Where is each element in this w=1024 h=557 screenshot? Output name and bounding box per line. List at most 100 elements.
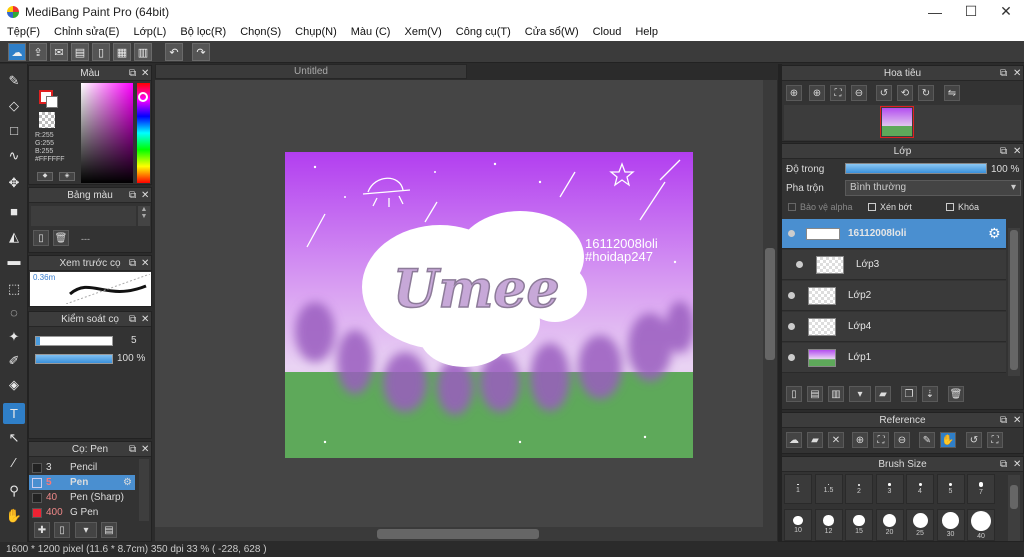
brush-item[interactable]: 40 Pen (Sharp) <box>29 490 135 505</box>
hand-tool-icon[interactable]: ✋ <box>3 505 25 526</box>
undock-icon[interactable]: ⧉ <box>129 442 136 457</box>
move-tool-icon[interactable]: ✥ <box>3 172 25 193</box>
layer-row-selected[interactable]: 16112008loli ⚙ <box>782 219 1006 249</box>
select-rect-icon[interactable]: ⬚ <box>3 278 25 299</box>
brush-item[interactable]: 3 Pencil <box>29 460 135 475</box>
brush-size-option[interactable]: 1.5 <box>814 474 843 504</box>
close-panel-icon[interactable]: ✕ <box>1013 413 1021 428</box>
menu-tools[interactable]: Công cụ(T) <box>449 26 518 38</box>
menu-file[interactable]: Tệp(F) <box>0 26 47 38</box>
menu-select[interactable]: Chọn(S) <box>233 26 288 38</box>
select-pen-icon[interactable]: ✐ <box>3 350 25 371</box>
tab-untitled[interactable]: Untitled <box>155 64 467 79</box>
color-swap-button[interactable]: ◈ <box>59 172 75 181</box>
undock-icon[interactable]: ⧉ <box>129 256 136 271</box>
undock-icon[interactable]: ⧉ <box>129 312 136 327</box>
text-tool-icon[interactable]: T <box>3 403 25 424</box>
comment-list-icon[interactable]: ▤ <box>71 43 89 61</box>
dot-tool-icon[interactable]: □ <box>3 120 25 141</box>
protect-alpha-checkbox[interactable] <box>788 203 796 211</box>
lock-checkbox[interactable] <box>946 203 954 211</box>
secondary-color-swatch[interactable] <box>46 96 58 108</box>
zoom-in-icon[interactable]: ⊕ <box>809 85 825 101</box>
brush-list-scrollbar[interactable] <box>139 459 149 521</box>
brush-size-option[interactable]: 12 <box>814 509 843 541</box>
brush-size-option[interactable]: 4 <box>906 474 934 504</box>
layer-row[interactable]: Lớp2 <box>782 281 1006 311</box>
redo-icon[interactable]: ↷ <box>192 43 210 61</box>
brush-settings-icon[interactable]: ▤ <box>101 522 117 538</box>
brush-size-option[interactable]: 25 <box>906 509 934 541</box>
artwork-canvas[interactable]: Umee 16112008loli #hoidap247 <box>285 152 693 458</box>
menu-cloud[interactable]: Cloud <box>586 26 629 38</box>
eraser-tool-icon[interactable]: ◇ <box>3 95 25 116</box>
visibility-icon[interactable] <box>788 323 795 330</box>
zoom-in-icon[interactable]: ⊕ <box>852 432 868 448</box>
maximize-button[interactable]: ☐ <box>954 0 988 23</box>
bucket-tool-icon[interactable]: ◭ <box>3 226 25 247</box>
palette-scroll[interactable]: ▲ ▼ <box>138 206 150 226</box>
eyedropper-icon[interactable]: ✎ <box>919 432 935 448</box>
operation-tool-icon[interactable]: ↖ <box>3 427 25 448</box>
saturation-value-picker[interactable] <box>81 83 133 183</box>
new-brush-icon[interactable]: ▯ <box>54 522 70 538</box>
grid-icon[interactable]: ▥ <box>134 43 152 61</box>
fit-screen-icon[interactable]: ⛶ <box>830 85 846 101</box>
menu-capture[interactable]: Chụp(N) <box>288 26 344 38</box>
close-panel-icon[interactable]: ✕ <box>141 256 149 271</box>
brush-size-option[interactable]: 1 <box>784 474 812 504</box>
brush-size-option[interactable]: 40 <box>967 509 995 541</box>
close-panel-icon[interactable]: ✕ <box>141 66 149 81</box>
delete-palette-icon[interactable]: 🗑 <box>53 230 69 246</box>
lasso-tool-icon[interactable]: ◌ <box>3 302 25 323</box>
close-panel-icon[interactable]: ✕ <box>141 312 149 327</box>
brush-menu-icon[interactable]: ▾ <box>75 522 97 538</box>
gear-icon[interactable]: ⚙ <box>988 225 1001 242</box>
rotate-reset-icon[interactable]: ⟲ <box>897 85 913 101</box>
visibility-icon[interactable] <box>788 292 795 299</box>
zoom-out-icon[interactable]: ⊖ <box>851 85 867 101</box>
visibility-icon[interactable] <box>796 261 803 268</box>
menu-help[interactable]: Help <box>628 26 665 38</box>
close-panel-icon[interactable]: ✕ <box>1013 457 1021 472</box>
new-1bit-layer-icon[interactable]: ▥ <box>828 386 844 402</box>
undock-icon[interactable]: ⧉ <box>1000 457 1007 472</box>
rotate-left-icon[interactable]: ↺ <box>876 85 892 101</box>
new-halftone-layer-icon[interactable]: ▤ <box>807 386 823 402</box>
layer-row[interactable]: Lớp1 <box>782 343 1006 373</box>
layer-row[interactable]: Lớp4 <box>782 312 1006 342</box>
fill-rect-icon[interactable]: ■ <box>3 201 25 222</box>
layer-list-scrollbar[interactable] <box>1008 228 1020 376</box>
brush-item[interactable]: 400 G Pen <box>29 505 135 520</box>
visibility-icon[interactable] <box>788 354 795 361</box>
brush-size-option[interactable]: 15 <box>845 509 873 541</box>
rotate-right-icon[interactable]: ↻ <box>918 85 934 101</box>
menu-window[interactable]: Cửa sổ(W) <box>518 26 586 38</box>
undock-icon[interactable]: ⧉ <box>1000 144 1007 159</box>
new-layer-icon[interactable]: ▯ <box>786 386 802 402</box>
undock-icon[interactable]: ⧉ <box>129 66 136 81</box>
brush-size-scrollbar[interactable] <box>1008 475 1020 541</box>
close-panel-icon[interactable]: ✕ <box>1013 66 1021 81</box>
new-palette-icon[interactable]: ▯ <box>33 230 49 246</box>
menu-filter[interactable]: Bộ lọc(R) <box>173 26 233 38</box>
brush-size-slider[interactable] <box>35 336 113 346</box>
close-reference-icon[interactable]: ✕ <box>828 432 844 448</box>
clip-checkbox[interactable] <box>868 203 876 211</box>
close-panel-icon[interactable]: ✕ <box>1013 144 1021 159</box>
merge-layer-icon[interactable]: ⇣ <box>922 386 938 402</box>
fit-screen-icon[interactable]: ⛶ <box>873 432 889 448</box>
zoom-in-icon[interactable]: ⊕ <box>786 85 802 101</box>
layer-row[interactable]: Lớp3 <box>782 250 1006 280</box>
select-eraser-icon[interactable]: ◈ <box>3 374 25 395</box>
undock-icon[interactable]: ⧉ <box>129 188 136 203</box>
flip-icon[interactable]: ⇋ <box>944 85 960 101</box>
shape-brush-icon[interactable]: ∿ <box>3 145 25 166</box>
menu-edit[interactable]: Chỉnh sửa(E) <box>47 26 126 38</box>
minimize-button[interactable]: — <box>918 0 952 23</box>
brush-tool-icon[interactable]: ✎ <box>3 70 25 91</box>
undock-icon[interactable]: ⧉ <box>1000 66 1007 81</box>
divide-tool-icon[interactable]: ⁄ <box>3 452 25 473</box>
layer-menu-icon[interactable]: ▾ <box>849 386 871 402</box>
brush-item-selected[interactable]: 5 Pen ⚙ <box>29 475 135 490</box>
